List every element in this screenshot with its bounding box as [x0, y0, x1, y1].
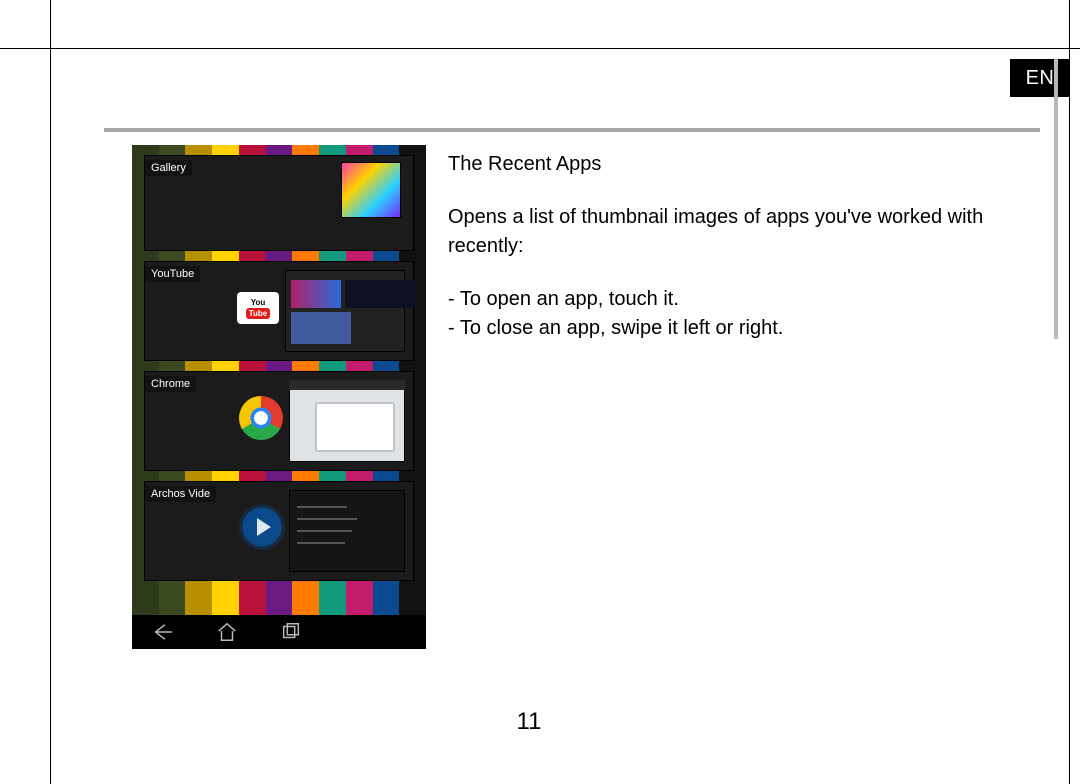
- intro-paragraph: Opens a list of thumbnail images of apps…: [448, 203, 1000, 261]
- home-icon[interactable]: [216, 621, 238, 643]
- youtube-icon-bottom: Tube: [246, 308, 271, 319]
- play-icon: [239, 504, 285, 550]
- crop-mark-top: [0, 48, 1080, 49]
- youtube-icon-top: You: [251, 298, 266, 307]
- youtube-mini-thumb: [345, 280, 415, 308]
- youtube-icon: You Tube: [237, 292, 279, 324]
- recent-apps-icon[interactable]: [280, 621, 302, 643]
- android-nav-bar: [132, 615, 426, 649]
- crop-mark-right: [1069, 0, 1070, 784]
- chrome-icon: [239, 396, 283, 440]
- section-rule: [104, 128, 1040, 132]
- gallery-thumb: [341, 162, 401, 218]
- recent-card-label: Chrome: [145, 376, 196, 392]
- language-badge: EN: [1010, 59, 1070, 97]
- recent-card-youtube[interactable]: YouTube You Tube: [144, 261, 414, 361]
- chrome-tabbar: [289, 380, 405, 390]
- chrome-page-image: [315, 402, 395, 452]
- archos-menu-line: [297, 542, 345, 544]
- recent-card-chrome[interactable]: Chrome: [144, 371, 414, 471]
- archos-menu-line: [297, 506, 347, 508]
- youtube-mini-thumb: [291, 312, 351, 344]
- back-icon[interactable]: [152, 621, 174, 643]
- section-heading: The Recent Apps: [448, 150, 1000, 179]
- bullet-item: - To open an app, touch it.: [448, 285, 1000, 314]
- recent-card-label: Archos Vide: [145, 486, 216, 502]
- recent-card-archos-video[interactable]: Archos Vide: [144, 481, 414, 581]
- youtube-mini-thumb: [291, 280, 341, 308]
- recent-card-gallery[interactable]: Gallery: [144, 155, 414, 251]
- crop-mark-left: [50, 0, 51, 784]
- recent-card-label: YouTube: [145, 266, 200, 282]
- recent-card-label: Gallery: [145, 160, 192, 176]
- side-stripe: [1054, 59, 1058, 339]
- recent-apps-screenshot: Gallery YouTube You Tube Chrome Archos V…: [132, 145, 426, 649]
- page-number: 11: [0, 708, 1058, 736]
- bullet-item: - To close an app, swipe it left or righ…: [448, 314, 1000, 343]
- archos-menu-line: [297, 518, 357, 520]
- archos-menu-line: [297, 530, 352, 532]
